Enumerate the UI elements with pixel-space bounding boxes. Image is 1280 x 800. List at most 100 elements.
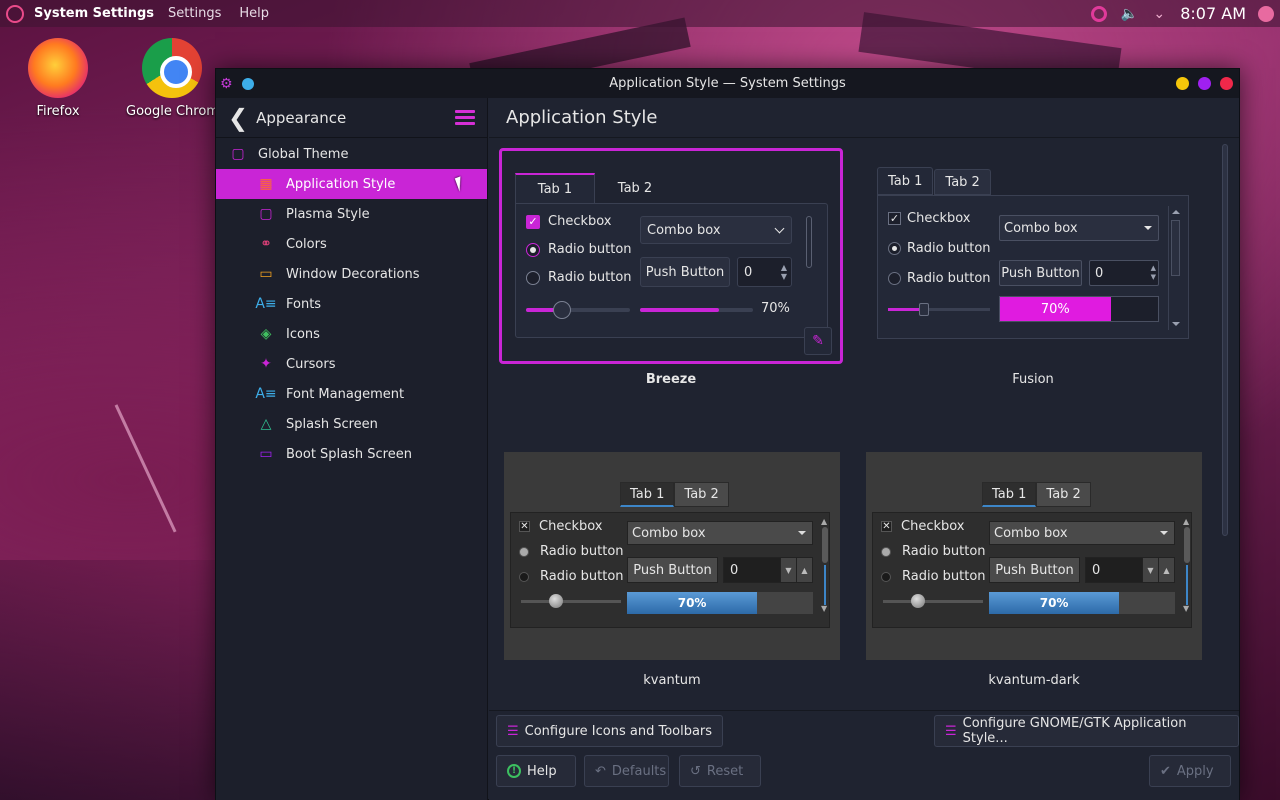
help-icon: ! [507, 764, 521, 778]
preview-slider [526, 301, 630, 319]
scroll-down-arrow-icon [1172, 322, 1180, 326]
defaults-button[interactable]: ↶ Defaults [584, 755, 669, 787]
active-app-name[interactable]: System Settings [34, 6, 154, 21]
content-pane: Application Style Tab 1 Tab 2 ✓ Checkbox… [489, 98, 1239, 800]
style-card-fusion[interactable]: Tab 1 Tab 2 ✓ Checkbox Radio button Radi… [864, 148, 1202, 364]
sidebar-item-application-style[interactable]: ▦ Application Style [216, 169, 487, 199]
button-label: Apply [1176, 763, 1214, 779]
radio-selected-icon [881, 546, 891, 557]
chevron-down-icon[interactable]: ⌄ [1150, 5, 1168, 23]
configure-gtk-style-button[interactable]: ☰ Configure GNOME/GTK Application Style.… [934, 715, 1239, 747]
style-name-breeze: Breeze [645, 372, 697, 387]
volume-muted-icon[interactable]: 🔈 [1120, 5, 1138, 23]
preview-radio-2: Radio button [888, 271, 991, 286]
window-title: Application Style — System Settings [609, 76, 846, 91]
content-scrollbar[interactable] [1222, 144, 1228, 536]
mouse-cursor [455, 176, 466, 192]
preview-tab-2: Tab 2 [617, 180, 653, 196]
scroll-down-arrow-icon: ▼ [821, 604, 828, 613]
maximize-button[interactable] [1198, 77, 1211, 90]
title-bar[interactable]: ⚙ Application Style — System Settings [216, 69, 1239, 98]
hamburger-menu-icon[interactable] [455, 110, 475, 125]
desktop-icon-label: Firefox [36, 104, 80, 119]
spin-up-icon: ▲ [1158, 558, 1174, 582]
user-avatar[interactable] [1258, 5, 1274, 22]
style-card-kvantum-dark[interactable]: Tab 1 Tab 2 ✕ Checkbox Radio button Radi… [866, 452, 1202, 660]
preview-combo-box: Combo box [640, 216, 792, 244]
sidebar-item-label: Icons [286, 326, 320, 342]
checkbox-checked-icon: ✓ [526, 214, 540, 229]
preview-combo-label: Combo box [994, 525, 1068, 541]
preview-radio-1: Radio button [526, 242, 632, 257]
button-label: Help [527, 763, 557, 779]
back-arrow-icon[interactable]: ❮ [228, 106, 248, 130]
sidebar-item-label: Plasma Style [286, 206, 370, 222]
page-title: Application Style [489, 98, 1239, 138]
preview-radio-2: Radio button [881, 569, 986, 584]
sidebar-item-label: Application Style [286, 176, 396, 192]
sidebar-item-splash-screen[interactable]: △ Splash Screen [216, 409, 487, 439]
preview-radio-1: Radio button [881, 544, 986, 559]
help-button[interactable]: ! Help [496, 755, 576, 787]
sidebar-item-font-management[interactable]: A≡ Font Management [216, 379, 487, 409]
button-label: Configure Icons and Toolbars [524, 723, 713, 739]
sidebar-item-label: Global Theme [258, 146, 349, 162]
preview-spin-box: 0 ▲ ▼ [1089, 260, 1159, 286]
scroll-track [1186, 565, 1188, 605]
style-card-kvantum[interactable]: Tab 1 Tab 2 ✕ Checkbox Radio button Radi… [504, 452, 840, 660]
configure-icons-toolbars-button[interactable]: ☰ Configure Icons and Toolbars [496, 715, 724, 747]
close-button[interactable] [1220, 77, 1233, 90]
style-card-breeze[interactable]: Tab 1 Tab 2 ✓ Checkbox Radio button Radi… [499, 148, 843, 364]
sidebar-item-icons[interactable]: ◈ Icons [216, 319, 487, 349]
preview-progress-bar [640, 308, 753, 312]
radio-unselected-icon [526, 270, 540, 285]
application-style-icon: ▦ [259, 176, 273, 192]
slider-knob [549, 594, 563, 608]
checkmark-icon: ✔ [1160, 763, 1171, 779]
preview-combo-label: Combo box [632, 525, 706, 541]
menu-help[interactable]: Help [239, 6, 269, 21]
checkbox-checked-icon: ✓ [888, 212, 901, 225]
preview-combo-box: Combo box [989, 521, 1175, 545]
tray-status-icon[interactable] [1090, 5, 1108, 23]
desktop-icon-chrome[interactable]: Google Chrom [126, 38, 222, 119]
preview-spin-value: 0 [744, 264, 753, 280]
preview-push-button: Push Button [627, 557, 718, 583]
reset-button[interactable]: ↺ Reset [679, 755, 761, 787]
desktop-icon-firefox[interactable]: Firefox [10, 38, 106, 119]
edit-style-button[interactable]: ✎ [804, 327, 832, 355]
footer-bar: ☰ Configure Icons and Toolbars ☰ Configu… [489, 710, 1239, 800]
desktop-icon-label: Google Chrom [126, 104, 219, 119]
configure-icon: ☰ [945, 723, 957, 739]
progress-fill: 70% [627, 592, 758, 614]
configure-icon: ☰ [507, 723, 519, 739]
clock[interactable]: 8:07 AM [1180, 4, 1246, 23]
spin-up-icon: ▲ [796, 558, 812, 582]
cursors-icon: ✦ [260, 356, 272, 372]
sidebar-item-fonts[interactable]: A≡ Fonts [216, 289, 487, 319]
preview-progress-text: 70% [1040, 301, 1070, 317]
scroll-up-arrow-icon: ▲ [821, 517, 828, 526]
scroll-up-arrow-icon: ▲ [1183, 517, 1190, 526]
preview-slider [888, 303, 990, 316]
scroll-thumb [1171, 220, 1180, 276]
sidebar-item-boot-splash-screen[interactable]: ▭ Boot Splash Screen [216, 439, 487, 469]
preview-spin-box: 0 ▼ ▲ [723, 557, 813, 583]
sidebar-item-label: Splash Screen [286, 416, 378, 432]
minimize-button[interactable] [1176, 77, 1189, 90]
sidebar-item-window-decorations[interactable]: ▭ Window Decorations [216, 259, 487, 289]
sidebar-item-plasma-style[interactable]: ▢ Plasma Style [216, 199, 487, 229]
apply-button[interactable]: ✔ Apply [1149, 755, 1231, 787]
sidebar-item-cursors[interactable]: ✦ Cursors [216, 349, 487, 379]
preview-slider [521, 594, 621, 608]
sidebar-item-global-theme[interactable]: ▢ Global Theme [216, 139, 487, 169]
menu-settings[interactable]: Settings [168, 6, 221, 21]
radio-selected-icon [888, 242, 901, 255]
preview-scrollbar: ▲ ▼ [1183, 517, 1191, 613]
checkbox-checked-icon: ✕ [519, 521, 530, 532]
preview-progress-bar: 70% [999, 296, 1159, 322]
preview-frame: ✕ Checkbox Radio button Radio button Com… [872, 512, 1192, 628]
app-launcher-icon[interactable] [6, 4, 24, 23]
icons-icon: ◈ [260, 326, 272, 342]
sidebar-item-colors[interactable]: ⚭ Colors [216, 229, 487, 259]
